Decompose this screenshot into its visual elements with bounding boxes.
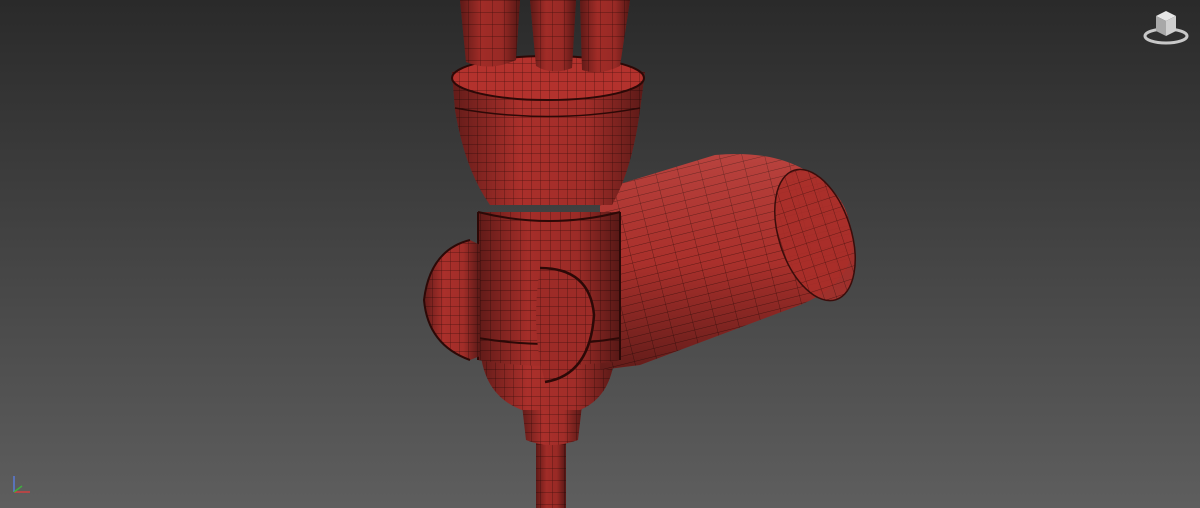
viewport[interactable] <box>0 0 1200 508</box>
model-render[interactable] <box>0 0 1200 508</box>
stem <box>536 440 566 508</box>
top-fingers <box>460 0 630 73</box>
upper-bell <box>451 55 645 205</box>
stem-collar <box>522 405 582 445</box>
side-arm <box>600 154 856 370</box>
viewcube-icon[interactable] <box>1142 6 1190 46</box>
left-cap <box>422 239 480 361</box>
axis-tripod-icon <box>13 476 30 493</box>
